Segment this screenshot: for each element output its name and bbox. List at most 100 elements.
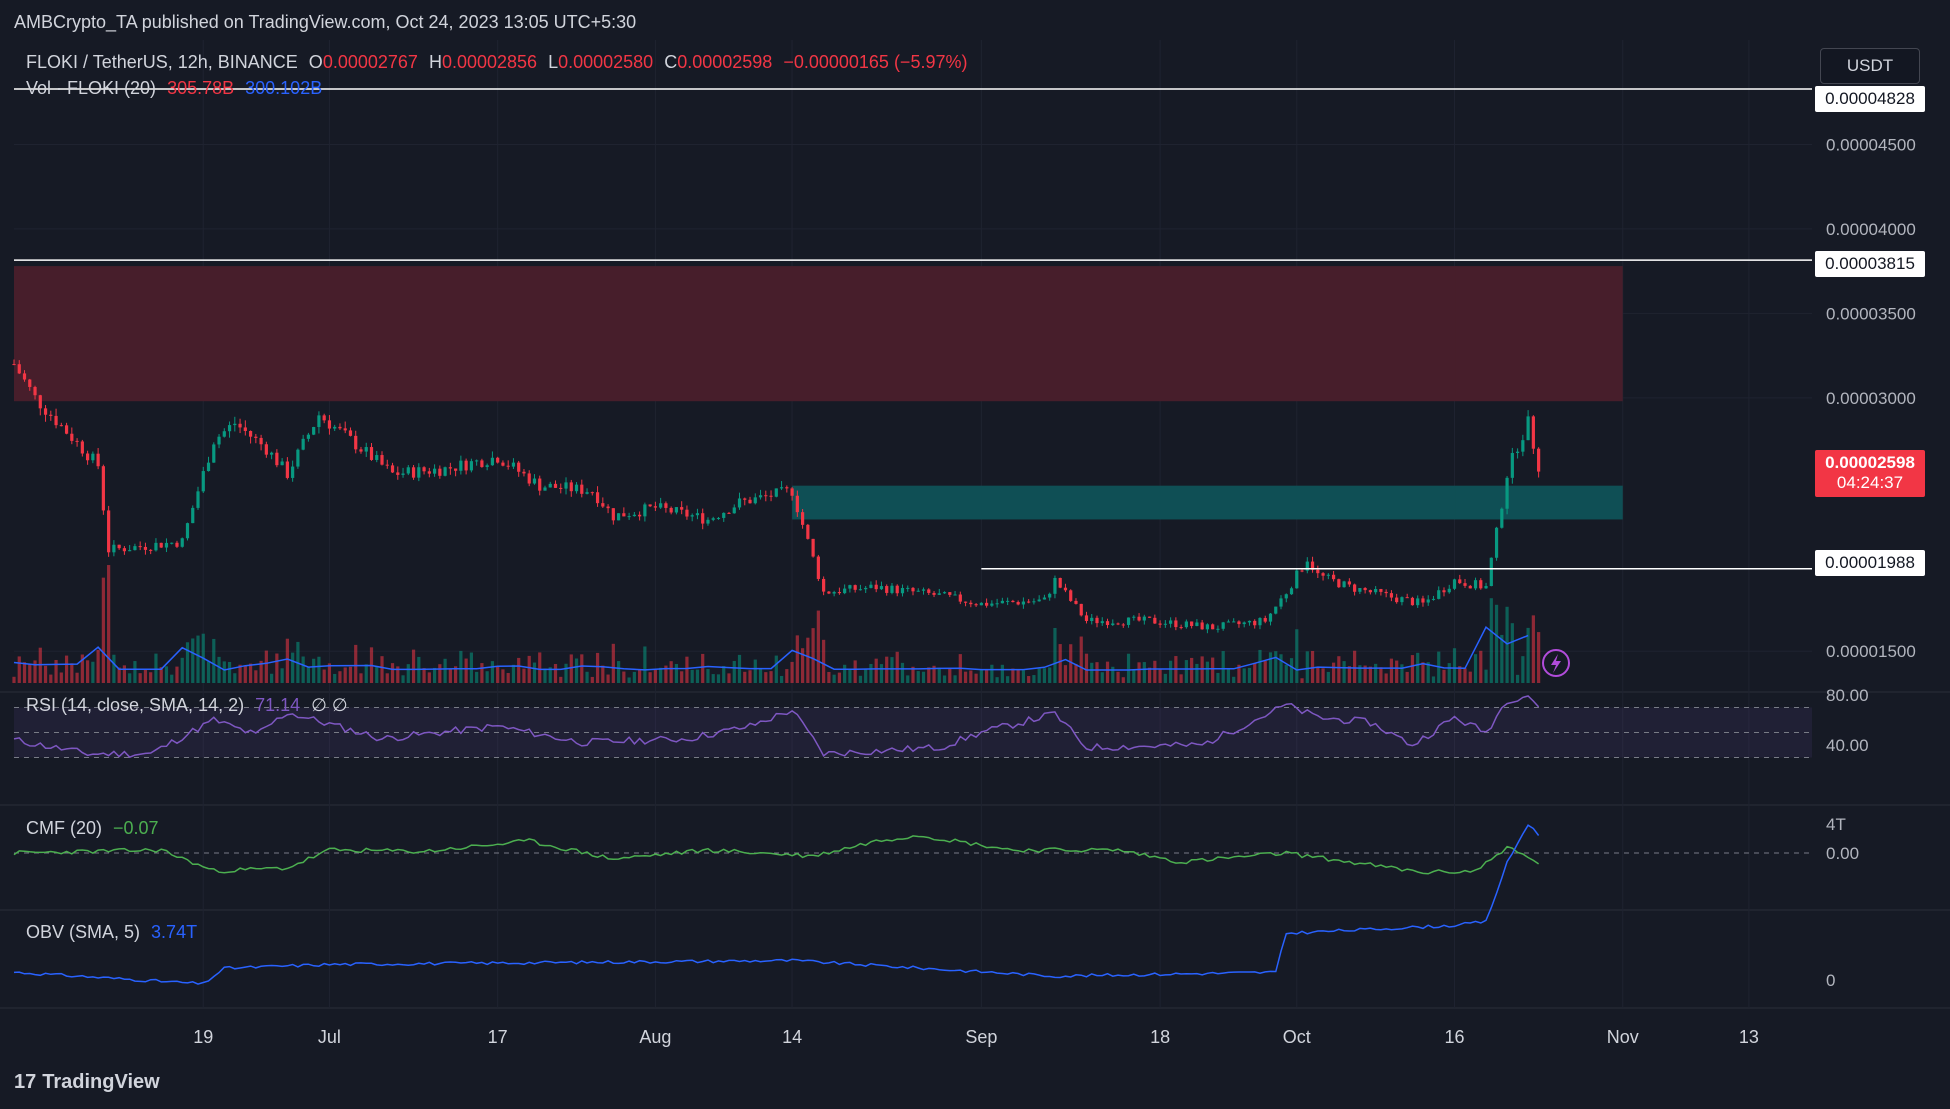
volume-bar: [469, 652, 473, 683]
time-axis-label: 18: [1150, 1027, 1170, 1047]
candle-body: [695, 513, 700, 516]
volume-bar: [885, 656, 889, 683]
volume-bar: [128, 673, 132, 683]
rsi-legend: RSI (14, close, SMA, 14, 2) 71.14 ∅ ∅: [26, 695, 348, 716]
volume-bar: [595, 652, 600, 683]
candle-body: [1095, 617, 1099, 624]
candle-body: [916, 590, 920, 592]
candle-body: [837, 592, 841, 594]
candle-body: [517, 462, 521, 472]
volume-bar: [480, 663, 484, 683]
candle-body: [396, 472, 400, 475]
candle-body: [1410, 597, 1415, 606]
volume-bar: [1379, 667, 1383, 683]
volume-bar: [900, 662, 905, 683]
volume-bar: [133, 661, 137, 683]
ohlc-l-label: L: [548, 52, 559, 72]
volume-bar: [401, 675, 405, 683]
cmf-value: −0.07: [113, 818, 159, 838]
volume-bar: [995, 677, 999, 683]
volume-bar: [790, 661, 794, 683]
volume-bar: [1184, 660, 1188, 683]
brand-name: TradingView: [42, 1071, 160, 1093]
candle-body: [38, 395, 42, 409]
volume-bar: [1463, 668, 1467, 683]
volume-bar: [1416, 652, 1420, 683]
volume-bar: [1368, 666, 1372, 683]
volume-bar: [438, 664, 442, 683]
candle-body: [1279, 598, 1283, 607]
candle-body: [963, 601, 968, 603]
candle-body: [496, 457, 500, 463]
volume-label[interactable]: Vol · FLOKI (20): [26, 78, 156, 98]
chart-canvas[interactable]: 19 Jul 17 Aug 14 Sep 18 Oct 16 Nov 13 0.00004500 0.0…: [0, 0, 1950, 1109]
candle-body: [737, 498, 742, 508]
candle-body: [653, 506, 657, 508]
volume-bar: [485, 671, 489, 683]
candle-body: [932, 592, 936, 595]
candle-body: [1032, 601, 1036, 603]
volume-bar: [1079, 636, 1083, 683]
volume-bar: [1431, 676, 1436, 683]
volume-bar: [280, 668, 284, 683]
candle-body: [532, 478, 537, 484]
rsi-label[interactable]: RSI (14, close, SMA, 14, 2): [26, 695, 244, 715]
volume-bar: [312, 658, 316, 683]
candle-body: [743, 498, 747, 500]
candle-body: [701, 513, 705, 524]
candle-body: [164, 542, 169, 548]
candle-body: [659, 503, 663, 508]
volume-bar: [301, 656, 305, 683]
current-price-value: 0.00002598: [1825, 453, 1915, 472]
volume-bar: [385, 673, 389, 683]
volume-bar: [727, 673, 731, 683]
candle-body: [432, 468, 437, 474]
candle-body: [1100, 621, 1104, 624]
candle-body: [1179, 627, 1183, 629]
volume-bar: [795, 635, 799, 683]
candle-body: [811, 538, 815, 557]
volume-bar: [921, 671, 926, 683]
candle-body: [574, 484, 579, 492]
volume-bar: [1494, 604, 1499, 683]
candle-body: [64, 425, 69, 434]
volume-bar: [522, 668, 526, 683]
obv-label[interactable]: OBV (SMA, 5): [26, 922, 140, 942]
candle-body: [1416, 598, 1420, 606]
candle-body: [185, 523, 190, 539]
candle-body: [1442, 590, 1446, 593]
currency-button[interactable]: USDT: [1820, 48, 1920, 84]
candle-body: [1484, 586, 1488, 589]
candle-body: [385, 464, 389, 466]
time-axis-label: Sep: [965, 1027, 997, 1047]
candle-body: [690, 515, 694, 517]
volume-bar: [506, 673, 510, 683]
volume-bar: [1216, 672, 1220, 683]
candle-body: [133, 546, 137, 551]
volume-bar: [1258, 649, 1262, 683]
volume-bar: [1121, 677, 1125, 683]
volume-bar: [574, 658, 579, 683]
grid: [0, 40, 1950, 1009]
volume-bar: [653, 669, 657, 683]
candle-body: [580, 484, 584, 494]
candle-body: [564, 482, 568, 489]
candle-body: [1510, 452, 1514, 478]
cmf-label[interactable]: CMF (20): [26, 818, 102, 838]
symbol-title[interactable]: FLOKI / TetherUS, 12h, BINANCE: [26, 52, 298, 72]
candle-body: [1347, 581, 1351, 585]
candle-body: [611, 508, 615, 521]
candle-body: [12, 364, 16, 366]
volume-bar: [832, 674, 836, 683]
candle-body: [795, 495, 799, 513]
volume-bar: [164, 666, 169, 683]
volume-bar: [538, 652, 542, 683]
volume-bar: [464, 658, 468, 683]
candle-body: [643, 504, 647, 517]
volume-bar: [1479, 650, 1483, 683]
candle-body: [1463, 583, 1467, 586]
candle-body: [722, 512, 726, 518]
time-axis-label: 13: [1739, 1027, 1759, 1047]
cmf-line: [13, 835, 1540, 875]
candle-body: [1316, 569, 1320, 574]
